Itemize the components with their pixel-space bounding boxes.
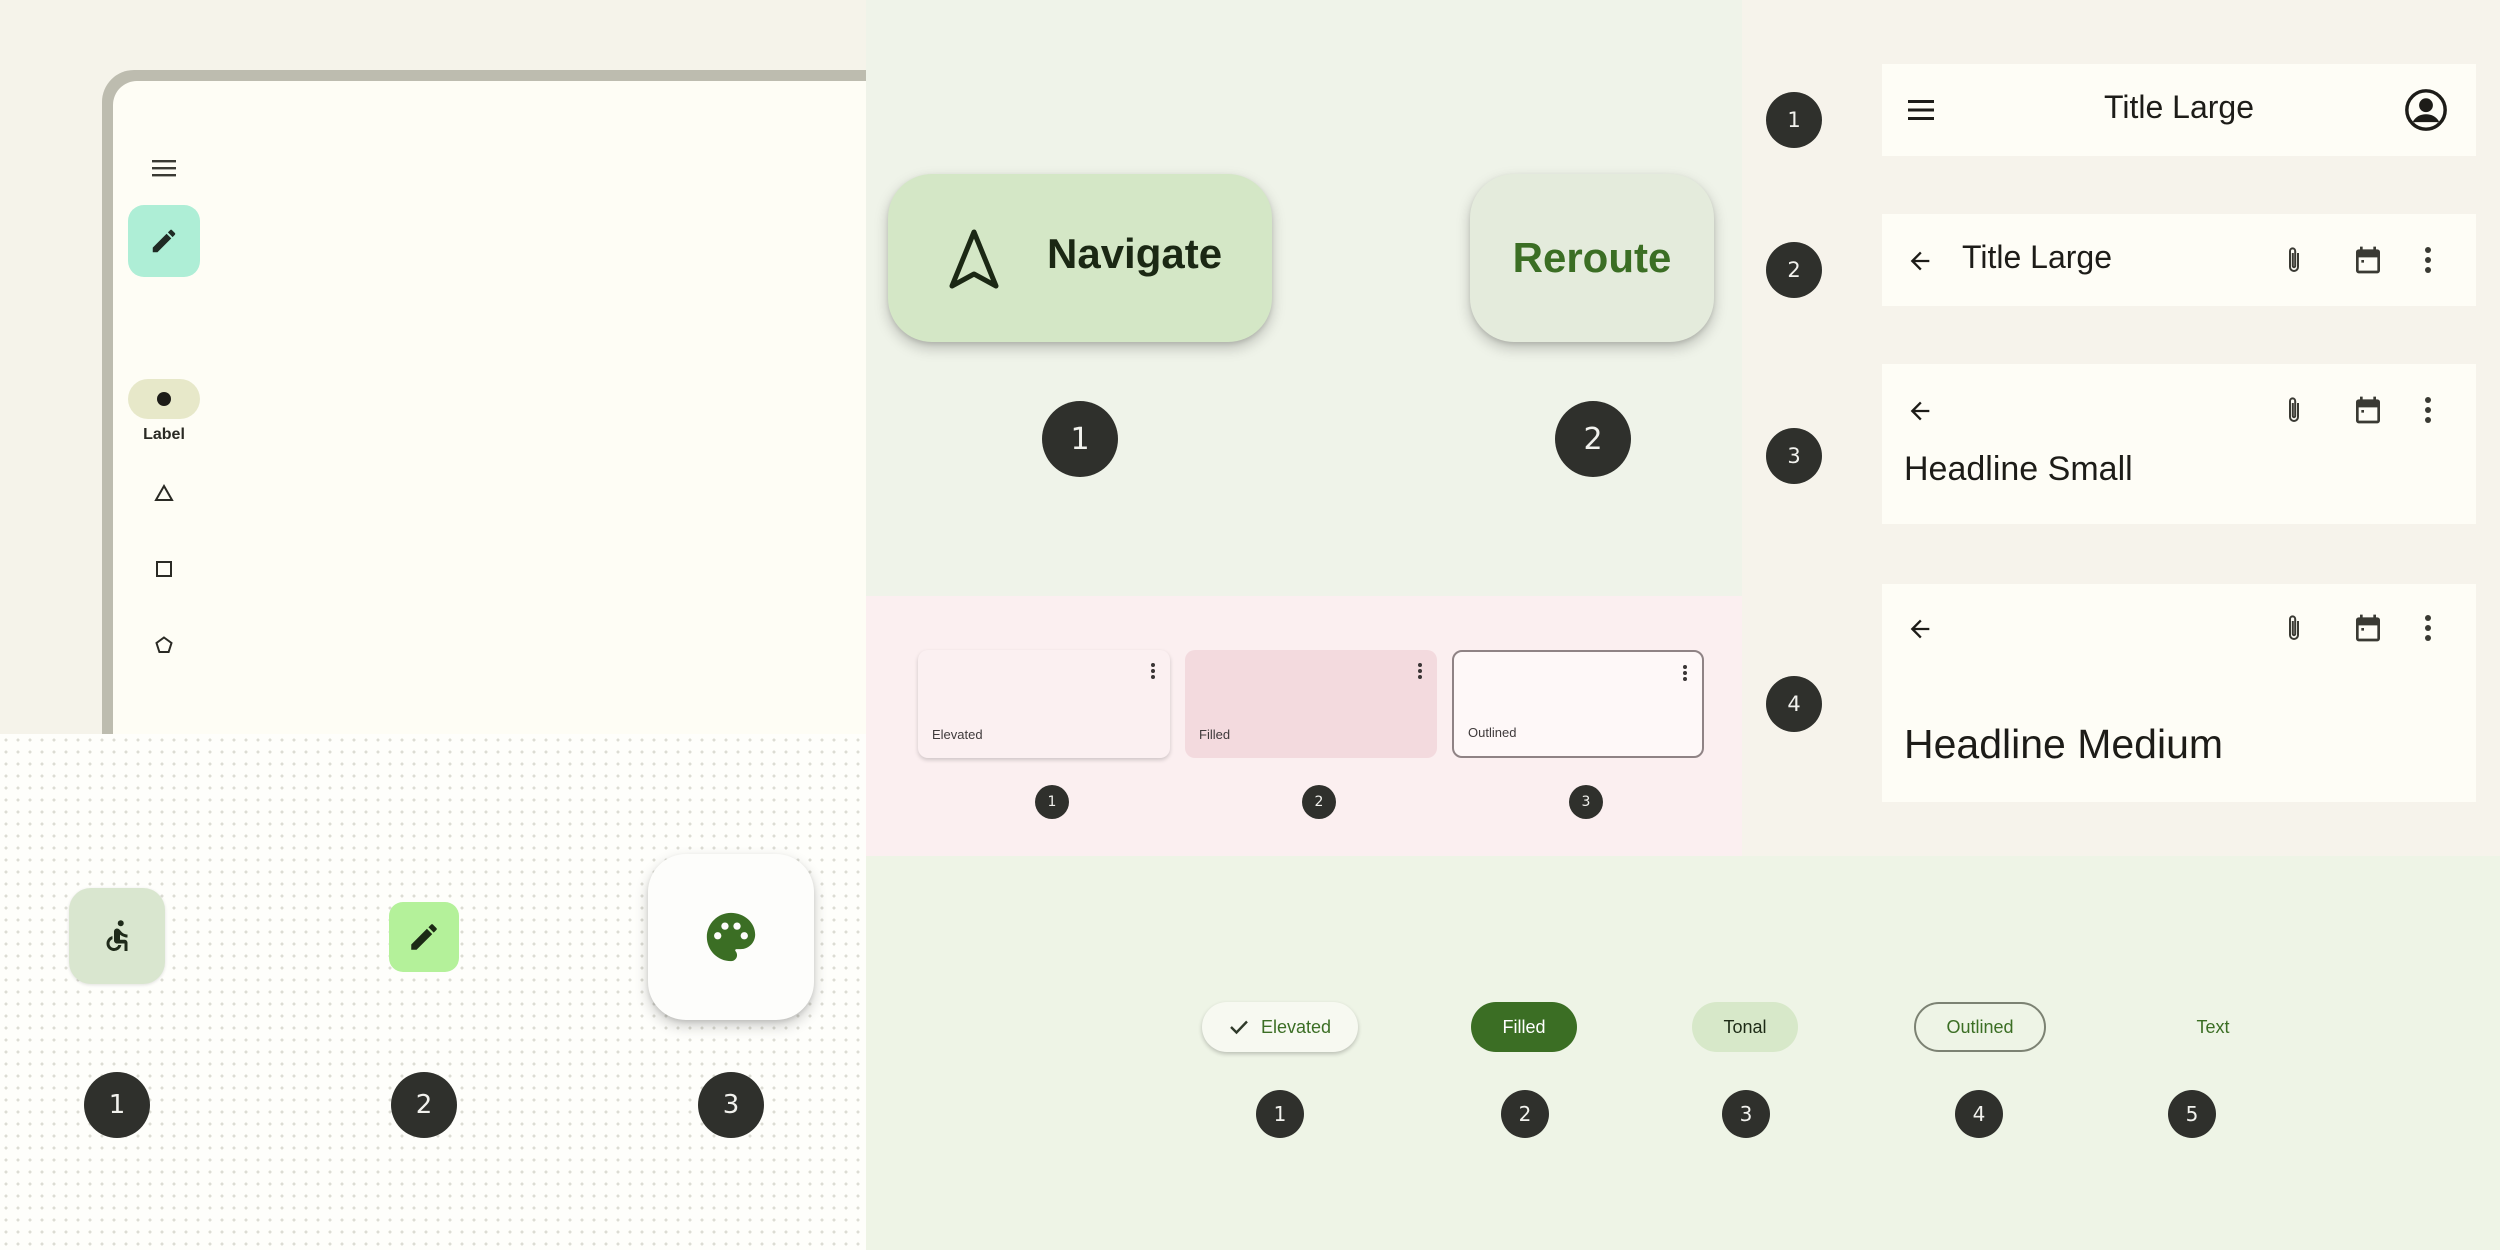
elevated-chip[interactable]: Elevated (1202, 1002, 1358, 1052)
bar-title: Title Large (2104, 89, 2254, 125)
badge: 4 (1955, 1090, 2003, 1138)
outlined-card[interactable]: Outlined (1452, 650, 1704, 758)
navigate-extended-fab[interactable]: Navigate (888, 174, 1272, 342)
chip-label: Elevated (1260, 1016, 1332, 1037)
circle-icon (156, 391, 172, 407)
badge: 3 (698, 1072, 764, 1138)
badge: 2 (1555, 401, 1631, 477)
arrow-back-icon[interactable] (1906, 397, 1934, 425)
attachment-icon[interactable] (2282, 395, 2306, 427)
triangle-icon[interactable] (154, 483, 174, 503)
center-aligned-top-app-bar: Title Large (1882, 64, 2476, 156)
chip-label: Outlined (1946, 1016, 2014, 1037)
badge: 2 (1766, 242, 1822, 298)
card-label: Elevated (932, 727, 983, 742)
badge: 3 (1569, 785, 1603, 819)
menu-icon[interactable] (150, 157, 178, 179)
bar-title: Title Large (1962, 239, 2112, 275)
navigation-arrow-icon (946, 228, 1002, 290)
arrow-back-icon[interactable] (1906, 247, 1934, 275)
calendar-icon[interactable] (2352, 244, 2384, 276)
filled-card[interactable]: Filled (1185, 650, 1437, 758)
badge: 5 (2168, 1090, 2216, 1138)
extended-fab-panel: Navigate Reroute 1 2 (866, 0, 1742, 596)
tablet-screen: Label (113, 81, 866, 734)
check-icon (1229, 1019, 1249, 1035)
chip-label: Tonal (1723, 1016, 1767, 1037)
pencil-icon (149, 226, 179, 256)
badge: 2 (1501, 1090, 1549, 1138)
fab-palette[interactable] (648, 854, 814, 1020)
rail-item-label: Label (143, 426, 185, 443)
reroute-extended-fab[interactable]: Reroute (1470, 174, 1714, 342)
badge: 2 (1302, 785, 1336, 819)
calendar-icon[interactable] (2352, 612, 2384, 644)
accessibility-icon (99, 918, 135, 954)
more-vert-icon[interactable] (2424, 246, 2432, 274)
pentagon-icon[interactable] (154, 635, 174, 655)
bar-title: Headline Small (1904, 450, 2133, 488)
small-top-app-bar: Title Large (1882, 214, 2476, 306)
navigate-label: Navigate (1047, 230, 1223, 277)
more-vert-icon[interactable] (2424, 396, 2432, 424)
top-app-bars-panel: 1 2 3 4 Title Large Title Large Headline… (1742, 0, 2500, 856)
badge: 1 (84, 1072, 150, 1138)
badge: 1 (1042, 401, 1118, 477)
palette-icon (702, 908, 760, 966)
outlined-chip[interactable]: Outlined (1914, 1002, 2046, 1052)
square-icon[interactable] (154, 559, 174, 579)
pencil-icon (407, 920, 441, 954)
text-chip[interactable]: Text (2166, 1002, 2260, 1052)
chips-panel: Elevated Filled Tonal Outlined Text 1 2 … (866, 856, 2500, 1250)
more-vert-icon[interactable] (2424, 614, 2432, 642)
tonal-chip[interactable]: Tonal (1692, 1002, 1798, 1052)
chip-label: Text (2196, 1016, 2230, 1037)
reroute-label: Reroute (1512, 234, 1672, 281)
badge: 3 (1722, 1090, 1770, 1138)
arrow-back-icon[interactable] (1906, 615, 1934, 643)
filled-chip[interactable]: Filled (1471, 1002, 1577, 1052)
badge: 1 (1035, 785, 1069, 819)
card-label: Outlined (1468, 725, 1517, 740)
more-vert-icon[interactable] (1150, 662, 1156, 680)
card-label: Filled (1199, 727, 1231, 742)
medium-top-app-bar: Headline Small (1882, 364, 2476, 524)
badge: 3 (1766, 428, 1822, 484)
large-top-app-bar: Headline Medium (1882, 584, 2476, 802)
cards-panel: Elevated Filled Outlined 1 2 3 (866, 596, 1756, 856)
navigation-rail-panel: Label (0, 0, 866, 734)
fab-pencil[interactable] (389, 902, 459, 972)
badge: 1 (1256, 1090, 1304, 1138)
calendar-icon[interactable] (2352, 394, 2384, 426)
chip-label: Filled (1502, 1016, 1546, 1037)
bar-title: Headline Medium (1904, 721, 2224, 767)
fab-sizes-panel: 1 2 3 (0, 734, 866, 1250)
badge: 4 (1766, 676, 1822, 732)
rail-item-active[interactable] (128, 379, 200, 419)
more-vert-icon[interactable] (1682, 664, 1688, 682)
account-circle-icon[interactable] (2403, 87, 2449, 133)
fab-accessibility[interactable] (69, 888, 165, 984)
elevated-card[interactable]: Elevated (918, 650, 1170, 758)
attachment-icon[interactable] (2282, 613, 2306, 645)
badge: 1 (1766, 92, 1822, 148)
rail-fab[interactable] (128, 205, 200, 277)
attachment-icon[interactable] (2282, 245, 2306, 277)
more-vert-icon[interactable] (1417, 662, 1423, 680)
badge: 2 (391, 1072, 457, 1138)
